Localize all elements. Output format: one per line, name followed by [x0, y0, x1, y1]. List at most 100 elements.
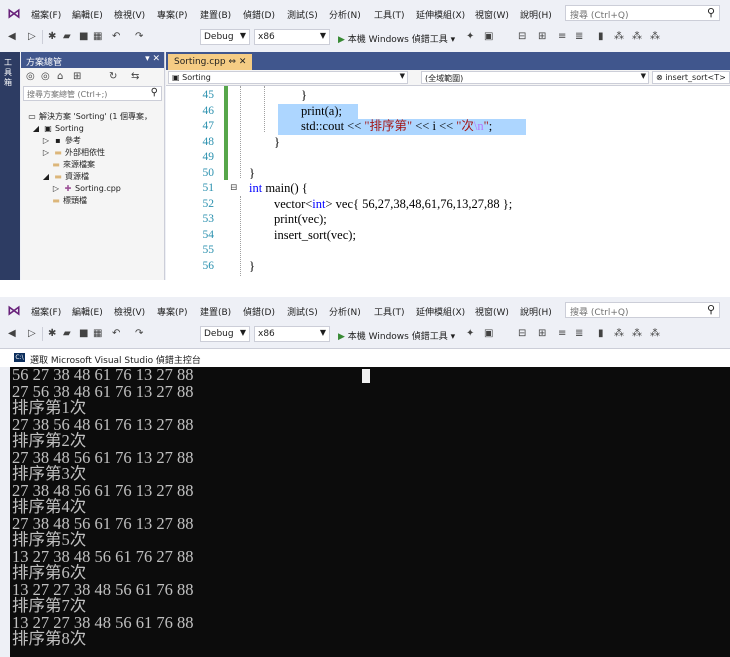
forward-icon[interactable]: ◎ [41, 71, 50, 82]
redo-icon[interactable]: ↷ [135, 328, 143, 340]
menu-test[interactable]: 測試(S) [287, 305, 318, 318]
back-icon[interactable]: ◀ [8, 328, 16, 340]
menu-project[interactable]: 專案(P) [157, 8, 187, 21]
bookmark-prev-icon[interactable]: ⁂ [614, 328, 624, 340]
open-file-icon[interactable]: ▰ [63, 328, 71, 340]
member-dropdown[interactable]: ⊗ insert_sort<T> [652, 71, 730, 84]
tree-item-solution[interactable]: ▭ 解決方案 'Sorting' (1 個專案， [27, 111, 152, 122]
start-debugging-button[interactable]: ▶ 本機 Windows 偵錯工具 ▾ [338, 329, 455, 342]
tree-item-project[interactable]: ◢ ▣ Sorting [31, 123, 84, 134]
uncomment-icon[interactable]: ≣ [575, 328, 583, 340]
open-file-icon[interactable]: ▰ [63, 31, 71, 43]
back-icon[interactable]: ◎ [26, 71, 35, 82]
screenshot-icon[interactable]: ▣ [484, 31, 493, 43]
solution-explorer-icon[interactable]: ⊟ [518, 31, 526, 43]
menu-view[interactable]: 檢視(V) [114, 305, 145, 318]
save-all-icon[interactable]: ▦ [93, 31, 102, 43]
configuration-select[interactable]: Debug ▼ [200, 326, 250, 342]
project-dropdown[interactable]: ▣ Sorting ▼ [168, 71, 408, 84]
line-number: 48 [202, 135, 215, 148]
menu-extensions[interactable]: 延伸模組(X) [416, 8, 465, 21]
menu-help[interactable]: 說明(H) [520, 8, 552, 21]
bookmark-next-icon[interactable]: ⁂ [632, 31, 642, 43]
debug-console[interactable]: 56 27 38 48 61 76 13 27 88 27 56 38 48 6… [10, 367, 730, 657]
menu-help[interactable]: 說明(H) [520, 305, 552, 318]
menu-window[interactable]: 視窗(W) [475, 305, 509, 318]
menu-edit[interactable]: 編輯(E) [72, 8, 103, 21]
bookmark-prev-icon[interactable]: ⁂ [614, 31, 624, 43]
toolbox-side-tab[interactable]: 工具箱 [0, 52, 20, 280]
save-icon[interactable]: ■ [79, 328, 88, 340]
menu-analyze[interactable]: 分析(N) [329, 305, 361, 318]
standard-toolbar: ◀ ▷ ✱ ▰ ■ ▦ ↶ ↷ Debug ▼ x86 ▼ ▶ 本機 Windo… [0, 26, 730, 48]
tree-item-external-dependencies[interactable]: ▷ ▬ 外部相依性 [41, 147, 105, 158]
code-area[interactable]: 45 46 47 48 49 50 51 52 53 54 55 56 ⊟ } … [166, 86, 730, 280]
quick-launch-search[interactable]: 搜尋 (Ctrl+Q) ⚲ [565, 302, 720, 318]
play-icon: ▶ [338, 332, 345, 342]
bookmark-icon[interactable]: ▮ [598, 31, 604, 43]
save-all-icon[interactable]: ▦ [93, 328, 102, 340]
undo-icon[interactable]: ↶ [112, 328, 120, 340]
class-view-icon[interactable]: ⊞ [538, 31, 546, 43]
menu-window[interactable]: 視窗(W) [475, 8, 509, 21]
bookmark-next-icon[interactable]: ⁂ [632, 328, 642, 340]
solution-explorer-search[interactable]: 搜尋方案總管 (Ctrl+;) ⚲ [23, 86, 162, 101]
tab-sorting-cpp[interactable]: Sorting.cpp ⇔ ✕ [168, 54, 253, 70]
tree-item-label: 標頭檔 [63, 196, 87, 205]
menu-file[interactable]: 檔案(F) [31, 8, 61, 21]
platform-select[interactable]: x86 ▼ [254, 29, 330, 45]
menu-debug[interactable]: 偵錯(D) [243, 305, 275, 318]
close-icon[interactable]: ▾ ✕ [145, 54, 160, 64]
undo-icon[interactable]: ↶ [112, 31, 120, 43]
hot-reload-icon[interactable]: ✦ [466, 328, 474, 340]
tree-item-header-files[interactable]: ▬ 標頭檔 [51, 195, 87, 206]
start-debugging-button[interactable]: ▶ 本機 Windows 偵錯工具 ▾ [338, 32, 455, 45]
switch-view-icon[interactable]: ⊞ [73, 71, 81, 82]
bookmark-clear-icon[interactable]: ⁂ [650, 31, 660, 43]
redo-icon[interactable]: ↷ [135, 31, 143, 43]
comment-icon[interactable]: ≡ [558, 328, 566, 340]
menu-file[interactable]: 檔案(F) [31, 305, 61, 318]
forward-icon[interactable]: ▷ [28, 31, 36, 43]
menu-test[interactable]: 測試(S) [287, 8, 318, 21]
tree-item-source-files[interactable]: ▬ 來源檔案 [51, 159, 95, 170]
platform-select[interactable]: x86 ▼ [254, 326, 330, 342]
bookmark-clear-icon[interactable]: ⁂ [650, 328, 660, 340]
sync-icon[interactable]: ⇆ [131, 71, 139, 82]
quick-launch-search[interactable]: 搜尋 (Ctrl+Q) ⚲ [565, 5, 720, 21]
comment-icon[interactable]: ≡ [558, 31, 566, 43]
back-icon[interactable]: ◀ [8, 31, 16, 43]
hot-reload-icon[interactable]: ✦ [466, 31, 474, 43]
toolbar-separator [42, 30, 43, 44]
menu-build[interactable]: 建置(B) [200, 305, 231, 318]
close-icon[interactable]: ✕ [239, 57, 247, 67]
menu-project[interactable]: 專案(P) [157, 305, 187, 318]
history-icon[interactable]: ↻ [109, 71, 117, 82]
tree-item-references[interactable]: ▷ ▪ 參考 [41, 135, 81, 146]
screenshot-icon[interactable]: ▣ [484, 328, 493, 340]
forward-icon[interactable]: ▷ [28, 328, 36, 340]
menu-tools[interactable]: 工具(T) [374, 305, 405, 318]
scope-dropdown[interactable]: (全域範圍) ▼ [421, 71, 649, 84]
new-project-icon[interactable]: ✱ [48, 31, 56, 43]
menu-edit[interactable]: 編輯(E) [72, 305, 103, 318]
menu-analyze[interactable]: 分析(N) [329, 8, 361, 21]
uncomment-icon[interactable]: ≣ [575, 31, 583, 43]
new-project-icon[interactable]: ✱ [48, 328, 56, 340]
bookmark-icon[interactable]: ▮ [598, 328, 604, 340]
home-icon[interactable]: ⌂ [57, 71, 63, 82]
menu-tools[interactable]: 工具(T) [374, 8, 405, 21]
collapse-icon[interactable]: ⊟ [230, 181, 238, 196]
menu-extensions[interactable]: 延伸模組(X) [416, 305, 465, 318]
class-view-icon[interactable]: ⊞ [538, 328, 546, 340]
tree-item-sorting-cpp[interactable]: ▷ ✚ Sorting.cpp [51, 183, 121, 194]
menu-build[interactable]: 建置(B) [200, 8, 231, 21]
tree-item-resource-files[interactable]: ◢ ▬ 資源檔 [41, 171, 89, 182]
chevron-down-icon: ▼ [399, 72, 405, 80]
menu-view[interactable]: 檢視(V) [114, 8, 145, 21]
solution-explorer-icon[interactable]: ⊟ [518, 328, 526, 340]
configuration-select[interactable]: Debug ▼ [200, 29, 250, 45]
save-icon[interactable]: ■ [79, 31, 88, 43]
pin-icon[interactable]: ⇔ [228, 57, 236, 67]
menu-debug[interactable]: 偵錯(D) [243, 8, 275, 21]
